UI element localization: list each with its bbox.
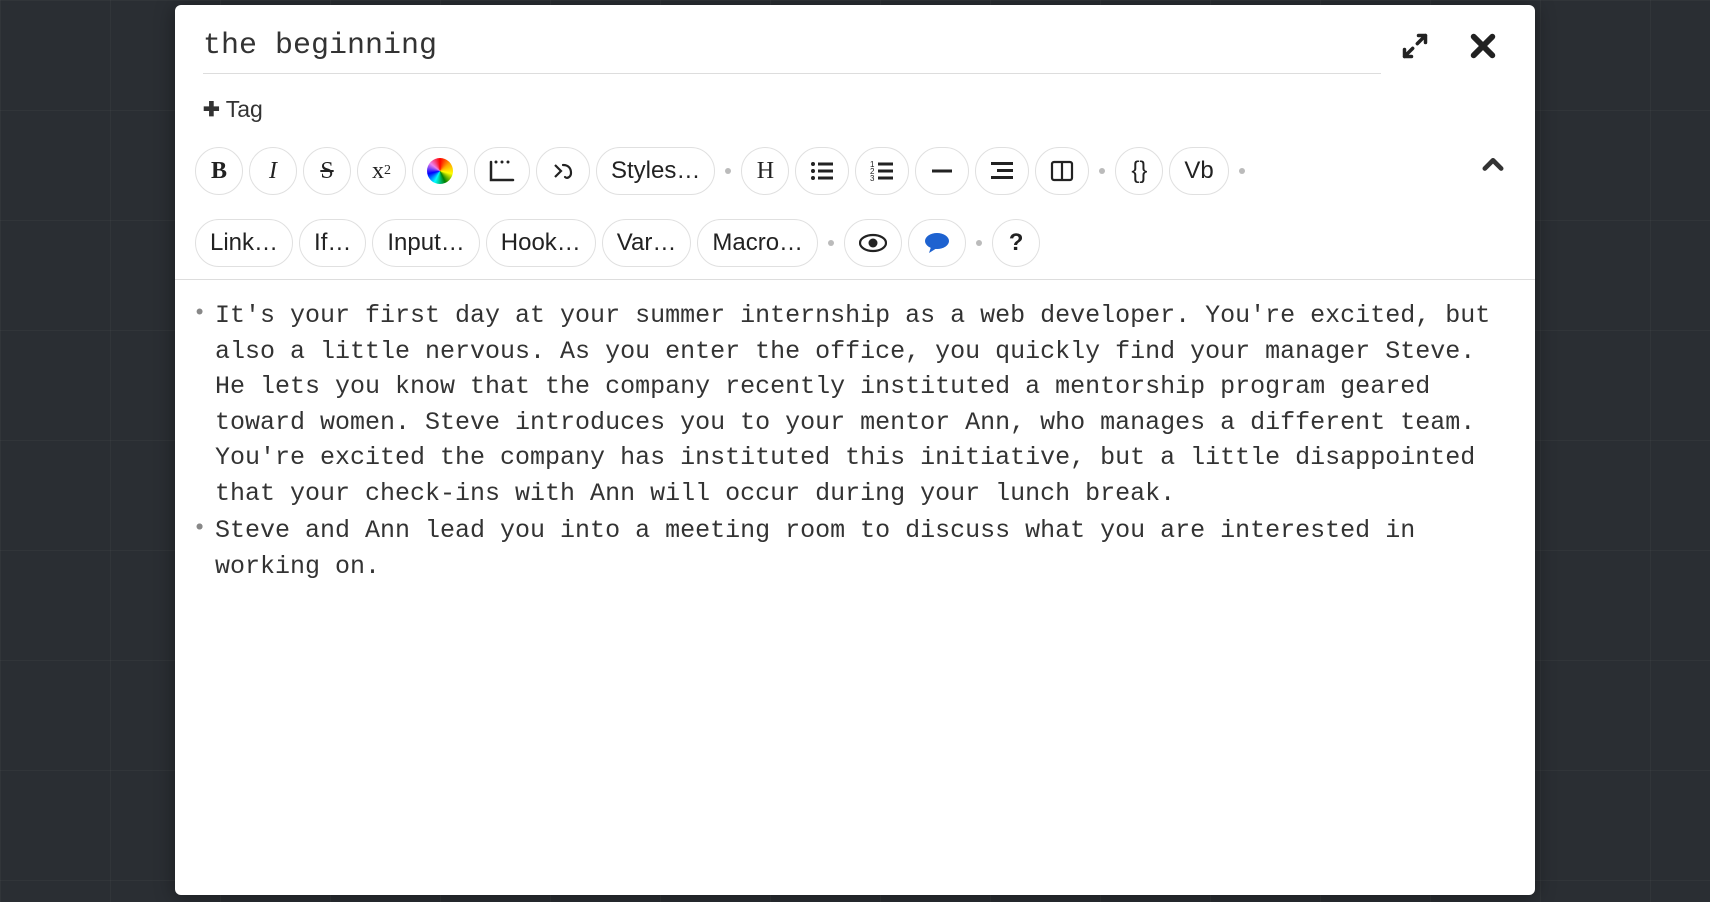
bold-button[interactable]: B bbox=[195, 147, 243, 195]
align-button[interactable] bbox=[975, 147, 1029, 195]
heading-button[interactable]: H bbox=[741, 147, 789, 195]
title-row bbox=[175, 5, 1535, 82]
rainbow-icon bbox=[427, 158, 453, 184]
hook-button[interactable]: Hook… bbox=[486, 219, 596, 267]
passage-text-editor[interactable]: It's your first day at your summer inter… bbox=[175, 280, 1535, 895]
var-button[interactable]: Var… bbox=[602, 219, 692, 267]
tag-label: Tag bbox=[226, 96, 263, 123]
rotate-button[interactable] bbox=[536, 147, 590, 195]
title-actions bbox=[1401, 32, 1507, 66]
superscript-button[interactable]: x2 bbox=[357, 147, 406, 195]
content-line: It's your first day at your summer inter… bbox=[183, 298, 1515, 511]
passage-title-input[interactable] bbox=[203, 23, 1381, 74]
numbered-list-button[interactable]: 1 2 3 bbox=[855, 147, 909, 195]
link-button[interactable]: Link… bbox=[195, 219, 293, 267]
strike-button[interactable]: S bbox=[303, 147, 351, 195]
help-button[interactable]: ? bbox=[992, 219, 1040, 267]
macro-button[interactable]: Macro… bbox=[697, 219, 818, 267]
borders-button[interactable] bbox=[474, 147, 530, 195]
svg-text:3: 3 bbox=[870, 174, 875, 182]
content-line: Steve and Ann lead you into a meeting ro… bbox=[183, 513, 1515, 584]
comments-button[interactable] bbox=[908, 219, 966, 267]
toolbar: B I S x2 Styles… H bbox=[175, 129, 1535, 279]
hr-button[interactable] bbox=[915, 147, 969, 195]
columns-button[interactable] bbox=[1035, 147, 1089, 195]
tag-row: ✚ Tag bbox=[175, 82, 1535, 129]
styles-button[interactable]: Styles… bbox=[596, 147, 715, 195]
content-lines: It's your first day at your summer inter… bbox=[183, 298, 1515, 584]
bullet-list-button[interactable] bbox=[795, 147, 849, 195]
plus-icon: ✚ bbox=[203, 97, 220, 122]
input-button[interactable]: Input… bbox=[372, 219, 479, 267]
expand-icon[interactable] bbox=[1401, 32, 1429, 60]
if-button[interactable]: If… bbox=[299, 219, 366, 267]
separator bbox=[828, 240, 834, 246]
add-tag-button[interactable]: ✚ Tag bbox=[203, 96, 263, 123]
separator bbox=[1099, 168, 1105, 174]
braces-button[interactable]: {} bbox=[1115, 147, 1163, 195]
collapse-toolbar-icon[interactable] bbox=[1479, 151, 1507, 184]
separator bbox=[725, 168, 731, 174]
verbatim-button[interactable]: Vb bbox=[1169, 147, 1228, 195]
separator bbox=[1239, 168, 1245, 174]
separator bbox=[976, 240, 982, 246]
passage-editor-panel: ✚ Tag B I S x2 Styles… H bbox=[175, 5, 1535, 895]
color-button[interactable] bbox=[412, 147, 468, 195]
italic-button[interactable]: I bbox=[249, 147, 297, 195]
close-icon[interactable] bbox=[1469, 32, 1497, 60]
proofread-button[interactable] bbox=[844, 219, 902, 267]
